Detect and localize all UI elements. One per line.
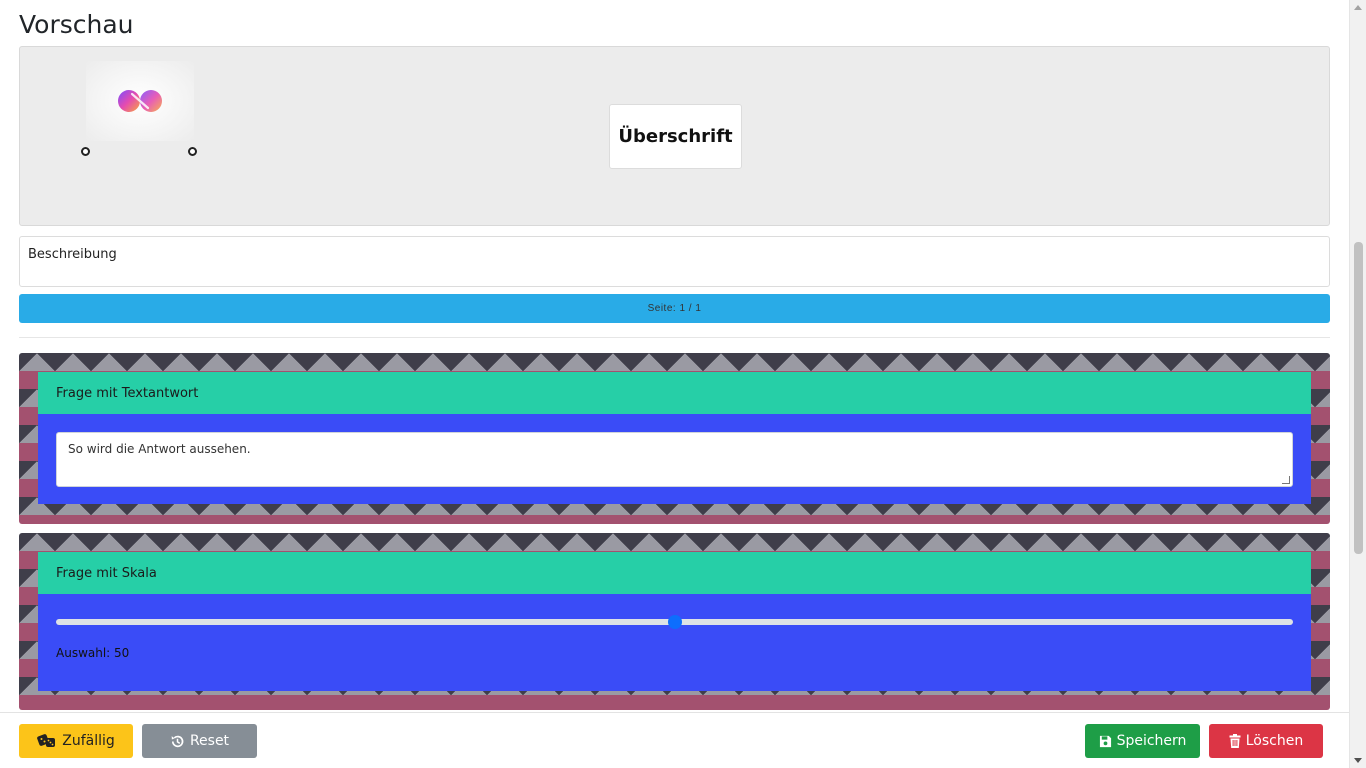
slider-thumb[interactable] bbox=[667, 615, 682, 629]
answer-textarea[interactable]: So wird die Antwort aussehen. bbox=[56, 432, 1293, 487]
question-label: Frage mit Textantwort bbox=[38, 372, 1311, 414]
delete-button-label: Löschen bbox=[1245, 733, 1304, 749]
survey-editor-preview: Vorschau Überschrift Beschreibung Seite:… bbox=[0, 0, 1366, 768]
history-icon bbox=[171, 735, 184, 747]
delete-button[interactable]: Löschen bbox=[1209, 724, 1323, 758]
scale-slider[interactable] bbox=[56, 615, 1293, 629]
question-scale-container: Frage mit Skala Auswahl: 50 bbox=[19, 533, 1330, 710]
trash-icon bbox=[1229, 734, 1241, 748]
dice-icon bbox=[37, 734, 56, 747]
logo-image[interactable] bbox=[86, 61, 194, 141]
divider bbox=[19, 337, 1330, 338]
page-indicator: Seite: 1 / 1 bbox=[19, 294, 1330, 323]
logo-resize-handle-left[interactable] bbox=[81, 147, 90, 156]
action-footer: Zufällig Reset Speichern Löschen bbox=[0, 712, 1366, 768]
textarea-resize-grip[interactable] bbox=[1282, 476, 1290, 484]
question-card-scale: Frage mit Skala Auswahl: 50 bbox=[38, 552, 1311, 691]
random-button[interactable]: Zufällig bbox=[19, 724, 133, 758]
selection-value: Auswahl: 50 bbox=[56, 646, 130, 660]
reset-button[interactable]: Reset bbox=[142, 724, 257, 758]
preview-title: Vorschau bbox=[19, 10, 134, 39]
reset-button-label: Reset bbox=[189, 733, 230, 749]
scrollbar-thumb[interactable] bbox=[1354, 242, 1363, 554]
answer-text: So wird die Antwort aussehen. bbox=[68, 442, 251, 456]
save-button[interactable]: Speichern bbox=[1085, 724, 1200, 758]
scroll-up-arrow-icon[interactable] bbox=[1354, 5, 1362, 10]
logo-resize-handle-right[interactable] bbox=[188, 147, 197, 156]
question-card-text: Frage mit Textantwort So wird die Antwor… bbox=[38, 372, 1311, 504]
survey-header-preview: Überschrift bbox=[19, 46, 1330, 226]
question-label: Frage mit Skala bbox=[38, 552, 1311, 594]
scroll-down-arrow-icon[interactable] bbox=[1354, 758, 1362, 763]
survey-heading[interactable]: Überschrift bbox=[609, 104, 742, 169]
question-text-container: Frage mit Textantwort So wird die Antwor… bbox=[19, 353, 1330, 524]
random-button-label: Zufällig bbox=[62, 733, 115, 749]
infinity-logo-icon bbox=[118, 90, 162, 112]
floppy-disk-icon bbox=[1099, 735, 1111, 747]
survey-description[interactable]: Beschreibung bbox=[19, 236, 1330, 287]
vertical-scrollbar[interactable] bbox=[1349, 0, 1366, 768]
save-button-label: Speichern bbox=[1116, 733, 1187, 749]
